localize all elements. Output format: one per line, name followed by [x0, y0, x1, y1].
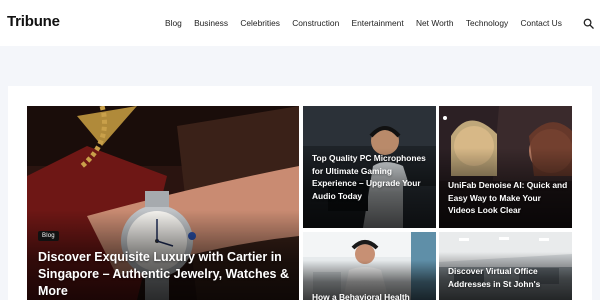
- post-card-virtual-office[interactable]: Discover Virtual Office Addresses in St …: [439, 232, 572, 300]
- nav-item-construction[interactable]: Construction: [292, 17, 339, 29]
- nav-item-entertainment[interactable]: Entertainment: [352, 17, 404, 29]
- nav-item-blog[interactable]: Blog: [165, 17, 182, 29]
- post-card-microphones[interactable]: Top Quality PC Microphones for Ultimate …: [303, 106, 436, 228]
- search-icon[interactable]: [583, 18, 594, 29]
- featured-post-title[interactable]: Discover Exquisite Luxury with Cartier i…: [38, 249, 290, 300]
- featured-post-card[interactable]: Blog Discover Exquisite Luxury with Cart…: [27, 106, 299, 300]
- post-card-behavioral-health[interactable]: How a Behavioral Health: [303, 232, 436, 300]
- site-logo[interactable]: Tribune: [7, 13, 60, 30]
- post-title[interactable]: Discover Virtual Office Addresses in St …: [448, 265, 570, 290]
- nav-item-technology[interactable]: Technology: [466, 17, 508, 29]
- post-title[interactable]: Top Quality PC Microphones for Ultimate …: [312, 152, 430, 202]
- nav-item-business[interactable]: Business: [194, 17, 228, 29]
- post-title[interactable]: How a Behavioral Health: [312, 291, 434, 300]
- nav-item-contact-us[interactable]: Contact Us: [520, 17, 561, 29]
- featured-posts-grid: Blog Discover Exquisite Luxury with Cart…: [8, 86, 592, 300]
- post-card-unifab[interactable]: UniFab Denoise AI: Quick and Easy Way to…: [439, 106, 572, 228]
- nav-item-celebrities[interactable]: Celebrities: [240, 17, 280, 29]
- nav-item-net-worth[interactable]: Net Worth: [416, 17, 454, 29]
- post-title[interactable]: UniFab Denoise AI: Quick and Easy Way to…: [448, 179, 568, 217]
- site-header: Tribune Blog Business Celebrities Constr…: [0, 0, 600, 46]
- category-badge[interactable]: Blog: [38, 231, 59, 241]
- main-nav: Blog Business Celebrities Construction E…: [165, 17, 574, 29]
